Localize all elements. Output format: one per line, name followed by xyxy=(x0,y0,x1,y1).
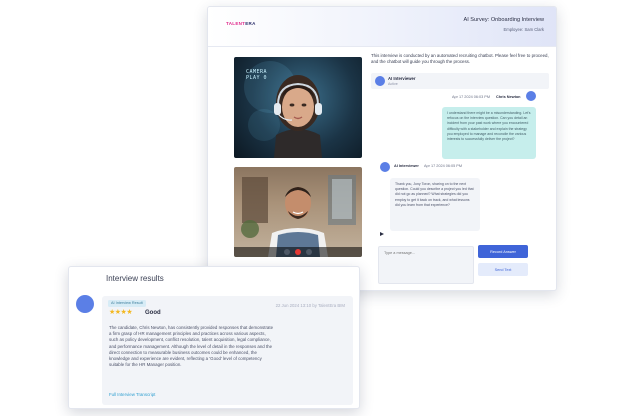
user-avatar-icon xyxy=(526,91,536,101)
survey-title: AI Survey: Onboarding Interview xyxy=(463,17,544,23)
bot-avatar-icon xyxy=(76,295,94,313)
candidate-video xyxy=(234,167,362,257)
star-rating-icon: ★★★★ xyxy=(109,309,133,316)
camera-icon[interactable] xyxy=(306,249,312,255)
ai-message-time: Apr 17 2024 06:05 PM xyxy=(424,164,462,168)
ai-interviewer-header: AI Interviewer Active xyxy=(371,73,549,89)
candidate-message-time: Apr 17 2024 06:03 PM xyxy=(452,95,490,99)
result-date: 22 Jun 2024 13:10 by TalentEra BIM xyxy=(275,303,345,308)
bot-avatar-icon xyxy=(375,76,385,86)
employee-name: Employee: Sam Clark xyxy=(503,27,545,32)
result-summary: The candidate, Chris Newton, has consist… xyxy=(109,325,274,368)
result-badge: AI Interview Result xyxy=(108,300,146,307)
bot-avatar-icon xyxy=(380,162,390,172)
call-controls xyxy=(234,247,362,257)
candidate-image xyxy=(241,175,356,257)
send-text-button[interactable]: Send Text xyxy=(478,263,528,276)
play-audio-icon[interactable] xyxy=(380,232,384,236)
results-panel: AI Interview Result ★★★★ Good 22 Jun 202… xyxy=(102,296,353,405)
app-header: TALENTERA AI Survey: Onboarding Intervie… xyxy=(208,7,556,47)
mic-icon[interactable] xyxy=(284,249,290,255)
ai-message-author: AI Interviewer xyxy=(394,164,419,168)
stage: TALENTERA AI Survey: Onboarding Intervie… xyxy=(0,0,624,416)
record-answer-button[interactable]: Record Answer xyxy=(478,245,528,258)
rating-label: Good xyxy=(145,310,161,316)
end-call-icon[interactable] xyxy=(295,249,301,255)
candidate-message-bubble: I understand there might be a misunderst… xyxy=(442,107,536,159)
ai-status: Active xyxy=(388,82,398,86)
results-title: Interview results xyxy=(106,274,164,283)
camera-overlay-label: CAMERA PLAY 0 xyxy=(246,69,268,81)
full-transcript-link[interactable]: Full Interview Transcript xyxy=(109,392,155,397)
ai-interviewer-video: CAMERA PLAY 0 xyxy=(234,57,362,158)
interview-app-window: TALENTERA AI Survey: Onboarding Intervie… xyxy=(207,6,557,291)
message-input[interactable] xyxy=(378,246,474,284)
ai-message-bubble: Thank you, Jony Toron, sharing on to the… xyxy=(390,178,480,231)
brand-logo: TALENTERA xyxy=(226,21,256,26)
candidate-message-author: Chris Newton xyxy=(496,95,521,99)
intro-text: This interview is conducted by an automa… xyxy=(371,53,549,65)
ai-interviewer-name: AI Interviewer xyxy=(388,76,416,81)
interview-results-card: Interview results AI Interview Result ★★… xyxy=(68,266,360,409)
